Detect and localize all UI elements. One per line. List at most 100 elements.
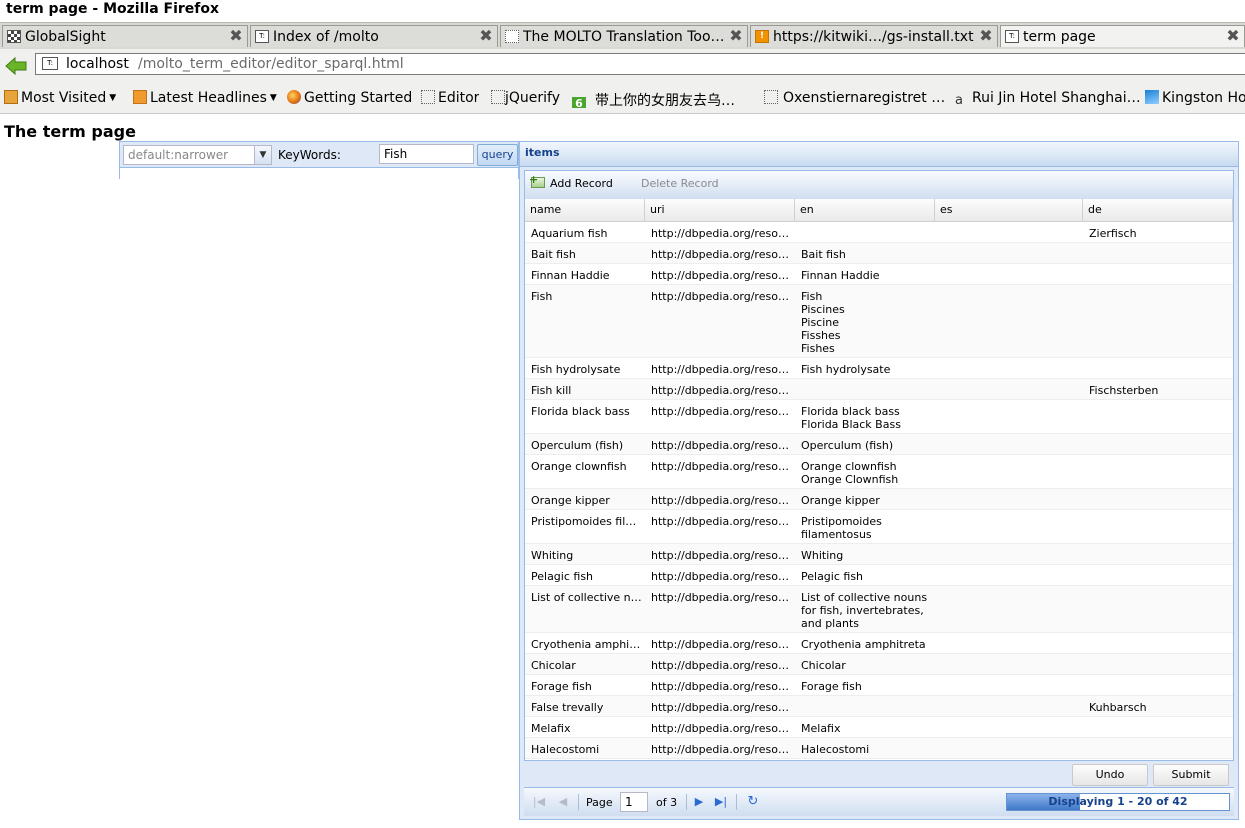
cell-en[interactable]: Melafix: [801, 722, 931, 735]
close-icon[interactable]: ✖: [228, 27, 244, 45]
cell-uri[interactable]: http://dbpedia.org/resource/Chicolar: [651, 659, 793, 672]
table-row[interactable]: Orange clownfish http://dbpedia.org/resou…: [525, 455, 1233, 489]
tab-molto-translation[interactable]: The MOLTO Translation Too… ✖: [500, 25, 748, 47]
query-button[interactable]: query: [477, 144, 518, 166]
cell-en[interactable]: Bait fish: [801, 248, 931, 261]
cell-en[interactable]: Fish hydrolysate: [801, 363, 931, 376]
table-row[interactable]: Florida black bass http://dbpedia.org/res…: [525, 400, 1233, 434]
close-icon[interactable]: ✖: [978, 27, 994, 45]
cell-en[interactable]: Fish Piscines Piscine Fisshes Fishes: [801, 290, 931, 355]
bookmark-latest-headlines[interactable]: Latest Headlines ▼: [133, 90, 277, 108]
tab-globalsight[interactable]: GlobalSight ✖: [2, 25, 248, 47]
cell-uri[interactable]: http://dbpedia.org/resource/Operculum_(f…: [651, 439, 793, 452]
table-row[interactable]: Fish hydrolysate http://dbpedia.org/resou…: [525, 358, 1233, 379]
table-row[interactable]: Bait fish http://dbpedia.org/resource/Bai…: [525, 243, 1233, 264]
cell-name[interactable]: Bait fish: [531, 248, 643, 261]
bookmark-kingston[interactable]: Kingston Ho: [1145, 90, 1245, 108]
cell-en[interactable]: Pelagic fish: [801, 570, 931, 583]
cell-uri[interactable]: http://dbpedia.org/resource/Fish: [651, 290, 793, 303]
bookmark-most-visited[interactable]: Most Visited ▼: [4, 90, 116, 108]
cell-uri[interactable]: http://dbpedia.org/resource/Orange_clown…: [651, 460, 793, 473]
cell-name[interactable]: Pelagic fish: [531, 570, 643, 583]
relation-combo[interactable]: default:narrower ▼: [123, 145, 272, 165]
keywords-input[interactable]: Fish: [379, 144, 474, 164]
column-header-uri[interactable]: uri: [645, 199, 795, 221]
column-header-es[interactable]: es: [935, 199, 1083, 221]
cell-uri[interactable]: http://dbpedia.org/resource/Pelagic_fish: [651, 570, 793, 583]
cell-uri[interactable]: http://dbpedia.org/resource/Fish_kill: [651, 384, 793, 397]
undo-button[interactable]: Undo: [1072, 764, 1148, 786]
cell-name[interactable]: Pristipomoides filamentosus: [531, 515, 643, 528]
cell-name[interactable]: Finnan Haddie: [531, 269, 643, 282]
cell-name[interactable]: Operculum (fish): [531, 439, 643, 452]
cell-en[interactable]: Finnan Haddie: [801, 269, 931, 282]
cell-uri[interactable]: http://dbpedia.org/resource/Florida_blac…: [651, 405, 793, 418]
table-row[interactable]: Orange kipper http://dbpedia.org/resource…: [525, 489, 1233, 510]
cell-uri[interactable]: http://dbpedia.org/resource/Halecostomi: [651, 743, 793, 756]
table-row[interactable]: Finnan Haddie http://dbpedia.org/resource…: [525, 264, 1233, 285]
cell-name[interactable]: Orange clownfish: [531, 460, 643, 473]
cell-en[interactable]: Forage fish: [801, 680, 931, 693]
table-row[interactable]: Fish http://dbpedia.org/resource/Fish Fish…: [525, 285, 1233, 358]
close-icon[interactable]: ✖: [728, 27, 744, 45]
cell-de[interactable]: Zierfisch: [1089, 227, 1229, 240]
table-row[interactable]: Chicolar http://dbpedia.org/resource/Chic…: [525, 654, 1233, 675]
refresh-icon[interactable]: ↻: [746, 795, 760, 809]
cell-uri[interactable]: http://dbpedia.org/resource/Whiting: [651, 549, 793, 562]
table-row[interactable]: Whiting http://dbpedia.org/resource/Whiti…: [525, 544, 1233, 565]
table-row[interactable]: List of collective nouns for fish, inver…: [525, 586, 1233, 633]
column-header-name[interactable]: name: [525, 199, 645, 221]
cell-name[interactable]: Aquarium fish: [531, 227, 643, 240]
cell-name[interactable]: Cryothenia amphitreta: [531, 638, 643, 651]
cell-uri[interactable]: http://dbpedia.org/resource/Forage_fish: [651, 680, 793, 693]
tab-index-molto[interactable]: T: Index of /molto ✖: [250, 25, 498, 47]
submit-button[interactable]: Submit: [1153, 764, 1229, 786]
delete-record-button[interactable]: Delete Record: [641, 177, 719, 190]
cell-en[interactable]: Florida black bass Florida Black Bass: [801, 405, 931, 431]
cell-uri[interactable]: http://dbpedia.org/resource/Orange_kippe…: [651, 494, 793, 507]
cell-uri[interactable]: http://dbpedia.org/resource/Fish_hydroly…: [651, 363, 793, 376]
column-header-de[interactable]: de: [1083, 199, 1233, 221]
cell-name[interactable]: Fish kill: [531, 384, 643, 397]
table-row[interactable]: Pristipomoides filamentosus http://dbpedi…: [525, 510, 1233, 544]
cell-name[interactable]: List of collective nouns for fish, inver…: [531, 591, 643, 604]
cell-en[interactable]: Halecostomi: [801, 743, 931, 756]
tab-gs-install[interactable]: ! https://kitwiki…/gs-install.txt ✖: [750, 25, 998, 47]
cell-en[interactable]: Orange clownfish Orange Clownfish: [801, 460, 931, 486]
next-page-icon[interactable]: ▶: [692, 795, 706, 809]
cell-en[interactable]: Cryothenia amphitreta: [801, 638, 931, 651]
tab-term-page[interactable]: T: term page ✖: [1000, 25, 1245, 47]
cell-name[interactable]: Melafix: [531, 722, 643, 735]
table-row[interactable]: Aquarium fish http://dbpedia.org/resource…: [525, 222, 1233, 243]
cell-uri[interactable]: http://dbpedia.org/resource/Aquarium_fis…: [651, 227, 793, 240]
close-icon[interactable]: ✖: [478, 27, 494, 45]
cell-en[interactable]: List of collective nouns for fish, invert…: [801, 591, 931, 630]
previous-page-icon[interactable]: ◀: [556, 795, 570, 809]
table-row[interactable]: Forage fish http://dbpedia.org/resource/F…: [525, 675, 1233, 696]
bookmark-editor[interactable]: Editor: [421, 90, 479, 108]
cell-uri[interactable]: http://dbpedia.org/resource/List_of_coll…: [651, 591, 793, 604]
cell-uri[interactable]: http://dbpedia.org/resource/Finnan_Haddi…: [651, 269, 793, 282]
cell-en[interactable]: Operculum (fish): [801, 439, 931, 452]
cell-name[interactable]: Chicolar: [531, 659, 643, 672]
cell-uri[interactable]: http://dbpedia.org/resource/Bait_fish: [651, 248, 793, 261]
cell-name[interactable]: Florida black bass: [531, 405, 643, 418]
cell-uri[interactable]: http://dbpedia.org/resource/Cryothenia_a…: [651, 638, 793, 651]
cell-en[interactable]: Chicolar: [801, 659, 931, 672]
bookmark-rui-jin-hotel[interactable]: a Rui Jin Hotel Shanghai…: [955, 90, 1141, 108]
first-page-icon[interactable]: |◀: [532, 795, 546, 809]
table-row[interactable]: Operculum (fish) http://dbpedia.org/resou…: [525, 434, 1233, 455]
table-row[interactable]: Melafix http://dbpedia.org/resource/Melaf…: [525, 717, 1233, 738]
back-arrow-icon[interactable]: [4, 54, 28, 78]
cell-uri[interactable]: http://dbpedia.org/resource/Melafix: [651, 722, 793, 735]
cell-name[interactable]: Fish hydrolysate: [531, 363, 643, 376]
cell-de[interactable]: Fischsterben: [1089, 384, 1229, 397]
table-row[interactable]: Halecostomi http://dbpedia.org/resource/H…: [525, 738, 1233, 759]
cell-name[interactable]: Whiting: [531, 549, 643, 562]
cell-name[interactable]: Orange kipper: [531, 494, 643, 507]
bookmark-chinese-link[interactable]: 6 带上你的女朋友去乌…: [572, 90, 735, 108]
bookmark-getting-started[interactable]: Getting Started: [287, 90, 412, 108]
page-number-input[interactable]: 1: [620, 792, 648, 812]
cell-name[interactable]: Halecostomi: [531, 743, 643, 756]
table-row[interactable]: Pelagic fish http://dbpedia.org/resource/…: [525, 565, 1233, 586]
